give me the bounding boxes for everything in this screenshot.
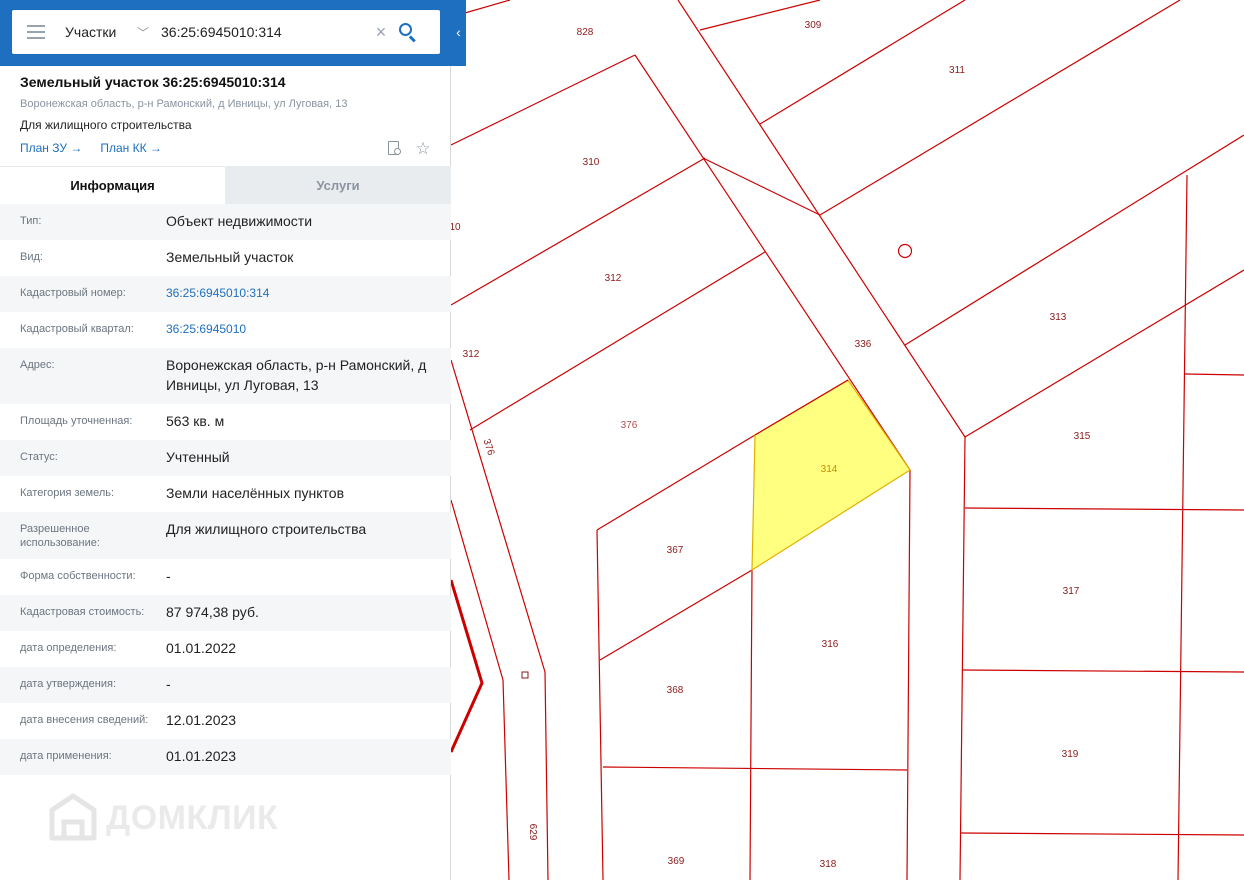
plot-label: 319 xyxy=(1062,749,1079,760)
info-row-value: Земли населённых пунктов xyxy=(166,485,345,501)
info-row-link[interactable]: 36:25:6945010:314 xyxy=(166,283,451,303)
info-row-label: Категория земель: xyxy=(20,487,115,499)
district-boundary xyxy=(449,579,484,753)
plot-purpose: Для жилищного строительства xyxy=(20,118,192,132)
chevron-down-icon[interactable]: ﹀ xyxy=(137,24,151,41)
info-row-link[interactable]: 36:25:6945010 xyxy=(166,319,451,339)
panel-tabs: Информация Услуги xyxy=(0,166,451,204)
header-actions: ☆ xyxy=(386,140,432,158)
info-row-label: Форма собственности: xyxy=(20,570,136,582)
plot-label: 10 xyxy=(449,222,461,233)
info-row-value: Объект недвижимости xyxy=(166,213,313,229)
plot-label: 312 xyxy=(605,273,622,284)
info-row: дата внесения сведений: 12.01.2023 xyxy=(0,703,451,739)
info-row: Адрес: Воронежская область, р-н Рамонский… xyxy=(0,348,451,404)
plan-links: План ЗУ → План КК → xyxy=(20,141,162,155)
info-row-value: 01.01.2022 xyxy=(166,640,237,656)
info-row-value: Для жилищного строительства xyxy=(166,521,367,537)
info-row-value: - xyxy=(166,676,171,692)
search-header: Участки ﹀ 36:25:6945010:314 × ‹ xyxy=(0,0,466,66)
info-row: дата утверждения: - xyxy=(0,667,451,703)
info-row-label: Статус: xyxy=(20,451,58,463)
search-input[interactable]: 36:25:6945010:314 xyxy=(161,24,361,40)
info-row: Форма собственности: - xyxy=(0,559,451,595)
map-marker-square xyxy=(521,671,529,679)
info-row-value: - xyxy=(166,568,171,584)
info-row-label: Площадь уточненная: xyxy=(20,415,133,427)
plot-label: 316 xyxy=(822,639,839,650)
info-row-label: Кадастровый квартал: xyxy=(20,323,134,335)
info-row: Категория земель: Земли населённых пункто… xyxy=(0,476,451,512)
plot-label: 314 xyxy=(821,464,838,475)
plot-label: 629 xyxy=(527,824,538,841)
plan-zu-link[interactable]: План ЗУ → xyxy=(20,141,82,155)
info-row: Разрешенное использование: Для жилищного … xyxy=(0,512,451,559)
info-row-label: Кадастровый номер: xyxy=(20,287,126,299)
plan-kk-link[interactable]: План КК → xyxy=(100,141,162,155)
plot-label: 828 xyxy=(577,27,594,38)
plot-label: 369 xyxy=(668,856,685,867)
menu-icon[interactable] xyxy=(27,25,45,39)
info-row-label: Адрес: xyxy=(20,359,55,371)
plot-title: Земельный участок 36:25:6945010:314 xyxy=(20,74,286,90)
plot-label: 311 xyxy=(949,65,965,76)
plot-label: 376 xyxy=(481,438,497,458)
plot-label: 310 xyxy=(583,157,600,168)
plot-label: 318 xyxy=(820,859,837,870)
plot-address: Воронежская область, р-н Рамонский, д Ив… xyxy=(20,98,348,110)
info-row: Тип: Объект недвижимости xyxy=(0,204,451,240)
info-row-value: 12.01.2023 xyxy=(166,712,237,728)
domclick-watermark-text: ДОМКЛИК xyxy=(106,798,279,837)
layer-select[interactable]: Участки xyxy=(65,24,127,40)
info-row-label: Тип: xyxy=(20,215,42,227)
info-row: дата определения: 01.01.2022 xyxy=(0,631,451,667)
info-row: Вид: Земельный участок xyxy=(0,240,451,276)
plot-label: 336 xyxy=(855,339,872,350)
info-row: Кадастровый номер: 36:25:6945010:314 xyxy=(0,276,451,312)
close-icon[interactable]: × xyxy=(374,22,388,43)
highlighted-parcel-314[interactable] xyxy=(751,379,911,572)
info-row-value: 01.01.2023 xyxy=(166,748,237,764)
info-row: Площадь уточненная: 563 кв. м xyxy=(0,404,451,440)
info-row-label: дата утверждения: xyxy=(20,678,117,690)
document-search-icon[interactable] xyxy=(386,140,404,158)
domclick-logo-icon xyxy=(49,793,97,841)
app-window: 828 309 311 310 10 312 312 313 336 376 3… xyxy=(0,0,1244,880)
search-box: Участки ﹀ 36:25:6945010:314 × xyxy=(12,10,440,54)
plot-label: 376 xyxy=(621,420,638,431)
favorite-star-icon[interactable]: ☆ xyxy=(414,140,432,158)
info-panel: Земельный участок 36:25:6945010:314 Воро… xyxy=(0,0,451,880)
info-row-label: Разрешенное использование: xyxy=(20,523,100,549)
info-row: дата применения: 01.01.2023 xyxy=(0,739,451,775)
collapse-panel-chevron-left-icon[interactable]: ‹ xyxy=(451,12,466,52)
info-row-label: Вид: xyxy=(20,251,43,263)
info-table: Тип: Объект недвижимости Вид: Земельный уча… xyxy=(0,204,451,775)
info-row-value: Земельный участок xyxy=(166,249,294,265)
info-row-label: Кадастровая стоимость: xyxy=(20,606,145,618)
info-row: Кадастровый квартал: 36:25:6945010 xyxy=(0,312,451,348)
info-row-label: дата применения: xyxy=(20,750,112,762)
info-row-value: Учтенный xyxy=(166,449,230,465)
info-row-label: дата определения: xyxy=(20,642,117,654)
plot-label: 309 xyxy=(805,20,822,31)
info-row: Кадастровая стоимость: 87 974,38 руб. xyxy=(0,595,451,631)
plot-label: 313 xyxy=(1050,312,1067,323)
plot-label: 367 xyxy=(667,545,684,556)
search-icon[interactable] xyxy=(398,22,418,43)
info-row-value: 563 кв. м xyxy=(166,413,225,429)
map-marker-circle xyxy=(897,243,913,259)
info-row-label: дата внесения сведений: xyxy=(20,714,149,726)
plot-label: 317 xyxy=(1063,586,1080,597)
domclick-watermark: ДОМКЛИК xyxy=(48,792,278,844)
info-row-value: 87 974,38 руб. xyxy=(166,604,259,620)
tab-services[interactable]: Услуги xyxy=(225,166,451,204)
plot-label: 315 xyxy=(1074,431,1091,442)
plot-header: Земельный участок 36:25:6945010:314 Воро… xyxy=(0,66,451,166)
plot-label: 312 xyxy=(463,349,480,360)
tab-information[interactable]: Информация xyxy=(0,166,225,204)
info-row: Статус: Учтенный xyxy=(0,440,451,476)
info-row-value: Воронежская область, р-н Рамонский, д Ив… xyxy=(166,357,427,393)
plot-label: 368 xyxy=(667,685,684,696)
